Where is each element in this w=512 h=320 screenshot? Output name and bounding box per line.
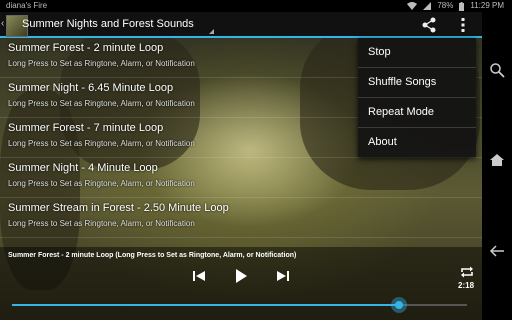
back-icon[interactable] [489, 243, 505, 259]
player-controls: Summer Forest - 2 minute Loop (Long Pres… [0, 247, 482, 320]
battery-level: 78% [437, 1, 454, 10]
track-subtitle: Long Press to Set as Ringtone, Alarm, or… [8, 139, 195, 148]
track-subtitle: Long Press to Set as Ringtone, Alarm, or… [8, 99, 195, 108]
carrier-label: diana's Fire [6, 1, 48, 10]
clock: 11:29 PM [470, 1, 504, 10]
overflow-menu: Stop Shuffle Songs Repeat Mode About [358, 38, 476, 157]
spinner-indicator-icon [209, 29, 214, 34]
menu-item-shuffle-songs[interactable]: Shuffle Songs [358, 68, 476, 98]
wifi-icon [407, 2, 418, 10]
list-item[interactable]: Summer Night - 4 Minute Loop Long Press … [0, 158, 482, 198]
list-item[interactable]: Summer Stream in Forest - 2.50 Minute Lo… [0, 198, 482, 238]
track-title: Summer Stream in Forest - 2.50 Minute Lo… [8, 202, 229, 214]
track-title: Summer Night - 6.45 Minute Loop [8, 82, 174, 94]
now-playing-label: Summer Forest - 2 minute Loop (Long Pres… [8, 252, 297, 259]
battery-icon [459, 1, 465, 11]
status-bar: diana's Fire 78% 11:29 PM [0, 0, 512, 12]
menu-item-stop[interactable]: Stop [358, 38, 476, 68]
app-title[interactable]: Summer Nights and Forest Sounds [22, 18, 194, 30]
menu-item-about[interactable]: About [358, 128, 476, 157]
track-subtitle: Long Press to Set as Ringtone, Alarm, or… [8, 219, 195, 228]
overflow-menu-icon[interactable] [458, 17, 468, 33]
search-icon[interactable] [489, 62, 505, 78]
up-caret-icon[interactable]: ‹ [1, 18, 4, 29]
cell-signal-icon [423, 2, 432, 10]
system-nav-bar [482, 12, 512, 320]
elapsed-time: 2:18 [458, 281, 475, 290]
track-title: Summer Forest - 7 minute Loop [8, 122, 164, 134]
action-bar: ‹ Summer Nights and Forest Sounds [0, 12, 482, 38]
track-title: Summer Forest - 2 minute Loop [8, 42, 164, 54]
seek-bar-thumb[interactable] [390, 297, 407, 313]
track-title: Summer Night - 4 Minute Loop [8, 162, 158, 174]
seek-bar-progress [12, 304, 399, 306]
track-subtitle: Long Press to Set as Ringtone, Alarm, or… [8, 59, 195, 68]
repeat-icon[interactable] [460, 266, 474, 278]
home-icon[interactable] [489, 152, 505, 168]
app-screen: ‹ Summer Nights and Forest Sounds Summer… [0, 0, 482, 320]
skip-next-icon[interactable] [277, 271, 289, 281]
play-icon[interactable] [235, 269, 247, 283]
status-icons: 78% 11:29 PM [407, 0, 504, 12]
track-subtitle: Long Press to Set as Ringtone, Alarm, or… [8, 179, 195, 188]
menu-item-repeat-mode[interactable]: Repeat Mode [358, 98, 476, 128]
share-icon[interactable] [420, 16, 438, 34]
skip-previous-icon[interactable] [193, 271, 205, 281]
seek-bar[interactable] [12, 297, 467, 313]
